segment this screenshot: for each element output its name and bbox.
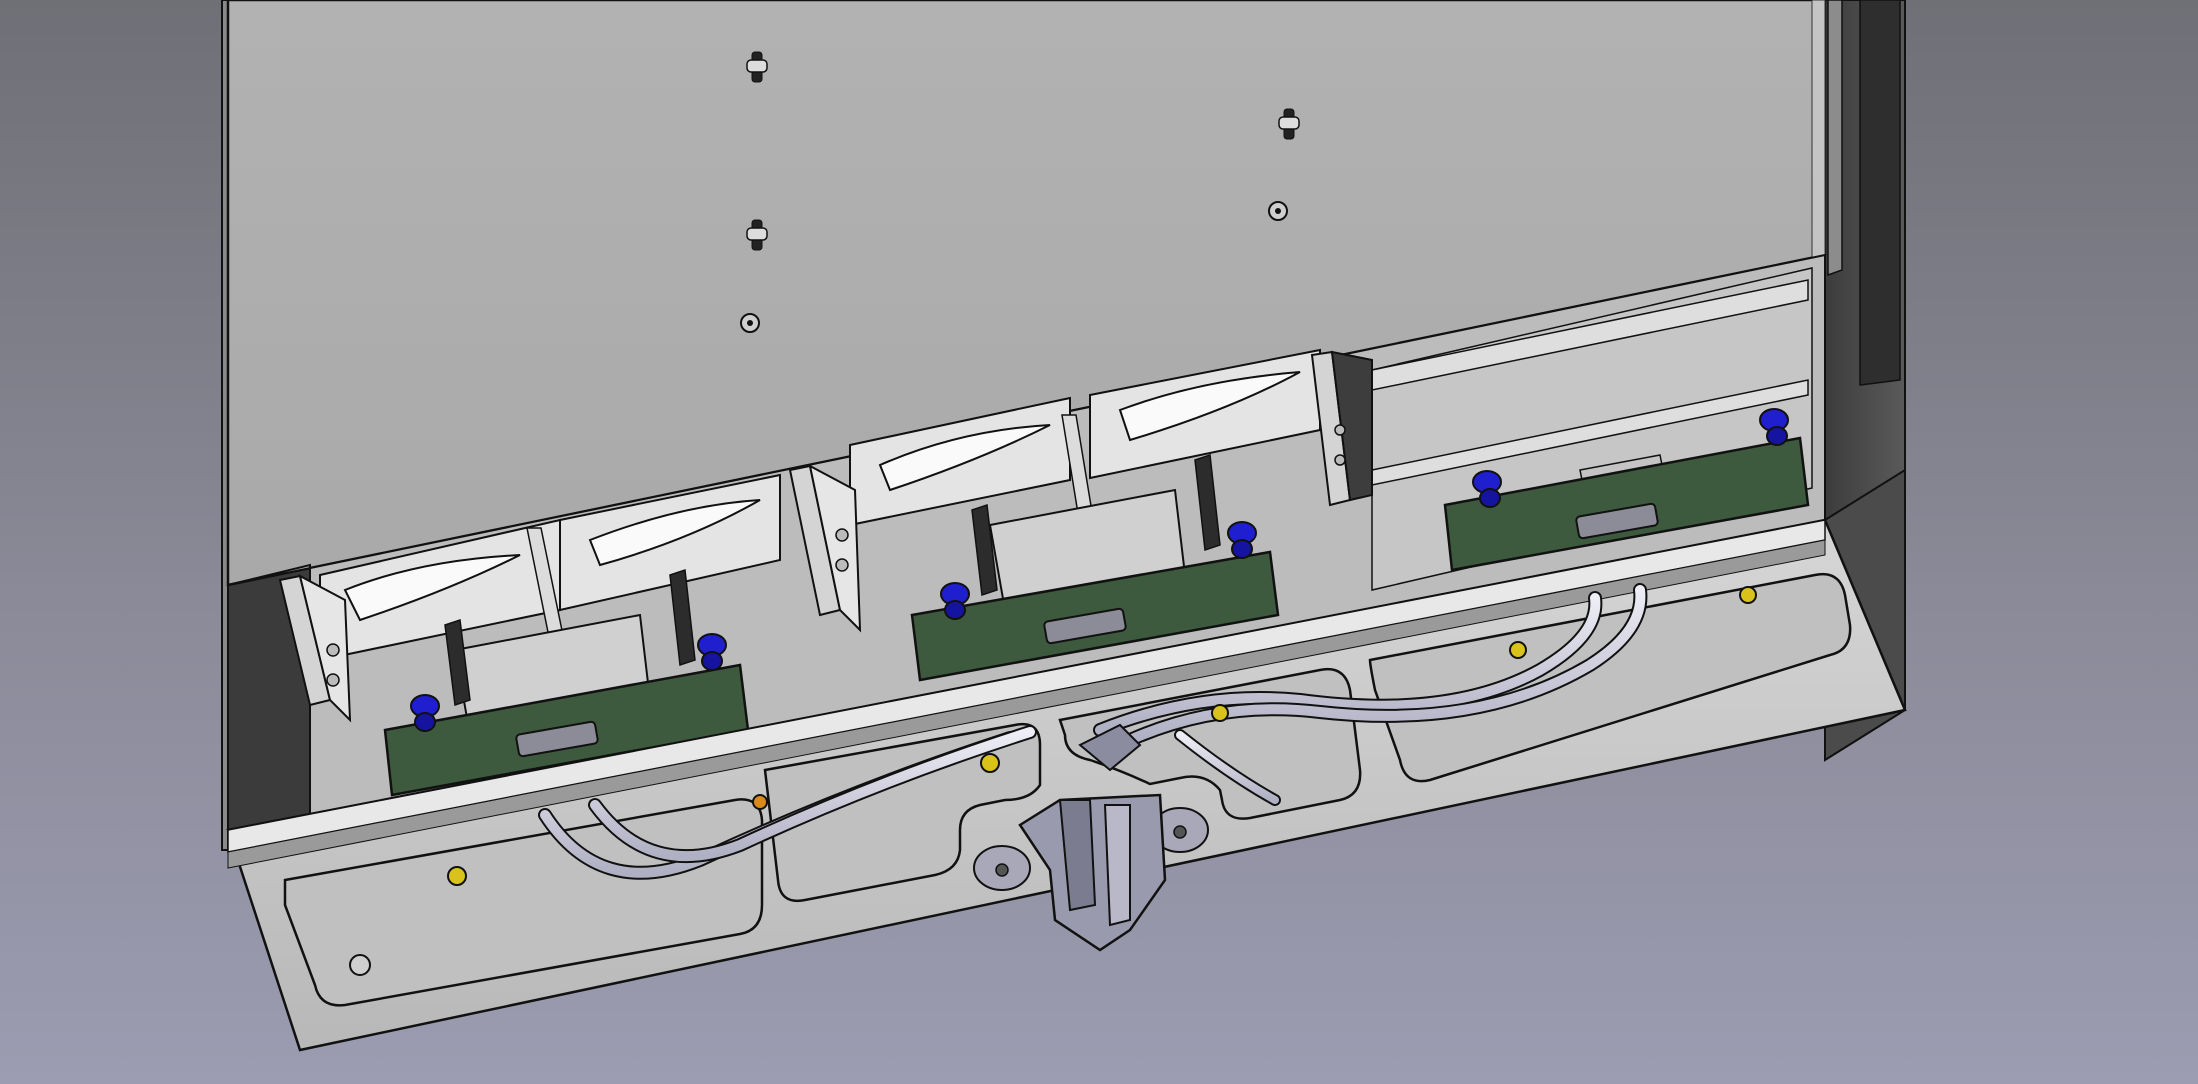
blue-thumbscrew[interactable] bbox=[940, 582, 970, 620]
yellow-screw bbox=[447, 866, 467, 886]
yellow-screw bbox=[1211, 704, 1229, 722]
orange-screw bbox=[752, 794, 768, 810]
yellow-screw bbox=[1739, 586, 1757, 604]
cad-3d-viewport[interactable] bbox=[0, 0, 2198, 1084]
yellow-screw bbox=[1509, 641, 1527, 659]
blue-thumbscrew[interactable] bbox=[1227, 521, 1257, 559]
yellow-screw bbox=[980, 753, 1000, 773]
chassis-3d-model[interactable] bbox=[0, 0, 2198, 1084]
screw-hole bbox=[349, 954, 371, 976]
blue-thumbscrew[interactable] bbox=[410, 694, 440, 732]
blue-thumbscrew[interactable] bbox=[697, 633, 727, 671]
